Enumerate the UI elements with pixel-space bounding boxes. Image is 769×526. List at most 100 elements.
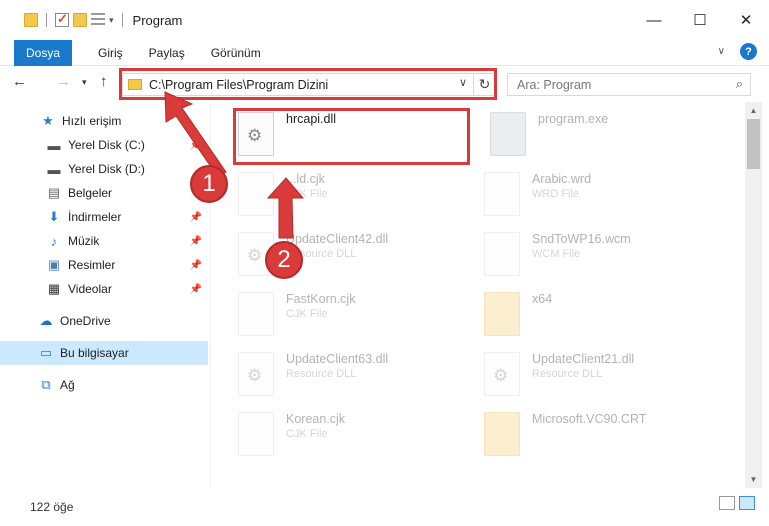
- pane-divider: [210, 102, 211, 488]
- star-icon: ★: [42, 113, 54, 128]
- file-name: UpdateClient63.dll: [286, 352, 389, 366]
- list-item[interactable]: ...ld.cjk CJK File: [238, 172, 328, 216]
- scroll-thumb[interactable]: [747, 119, 760, 169]
- recent-locations-icon[interactable]: ▾: [82, 77, 87, 88]
- sidebar-item-onedrive[interactable]: ☁ OneDrive: [0, 309, 208, 333]
- sidebar-item-label: Belgeler: [68, 186, 113, 200]
- vertical-scrollbar[interactable]: ▲ ▼: [745, 102, 762, 488]
- ribbon-tabs: Dosya Giriş Paylaş Görünüm ∨ ?: [0, 39, 769, 66]
- sidebar-item-this-pc[interactable]: ▭ Bu bilgisayar: [0, 341, 208, 365]
- toolbar-divider: [121, 13, 123, 27]
- list-item[interactable]: FastKorn.cjk CJK File: [238, 292, 355, 336]
- folder-icon: [24, 13, 38, 27]
- file-name: Arabic.wrd: [532, 172, 592, 186]
- pictures-icon: ▣: [47, 257, 61, 272]
- title-bar: ▾ Program — ☐ ✕: [0, 0, 769, 40]
- properties-check-icon[interactable]: [55, 11, 69, 27]
- file-item-program-exe[interactable]: program.exe: [490, 112, 608, 156]
- search-placeholder: Ara: Program: [517, 77, 592, 92]
- sidebar-item-drive-c[interactable]: ▬ Yerel Disk (C:) 📌: [0, 133, 208, 157]
- scroll-down-icon[interactable]: ▼: [745, 471, 762, 488]
- list-item[interactable]: UpdateClient21.dll Resource DLL: [484, 352, 634, 396]
- file-name: program.exe: [538, 112, 609, 126]
- file-name: UpdateClient42.dll: [286, 232, 389, 246]
- toolbar-divider: [46, 13, 47, 27]
- pin-icon[interactable]: 📌: [190, 236, 202, 247]
- tab-home[interactable]: Giriş: [98, 46, 123, 60]
- maximize-button[interactable]: ☐: [677, 0, 723, 40]
- search-input[interactable]: Ara: Program ⌕: [507, 73, 751, 96]
- file-highlight-box: [233, 108, 470, 165]
- view-options-icon[interactable]: [91, 13, 105, 27]
- list-item[interactable]: Arabic.wrd WRD File: [484, 172, 591, 216]
- sidebar-item-music[interactable]: ♪ Müzik 📌: [0, 229, 208, 253]
- file-icon: [484, 232, 520, 276]
- exe-file-icon: [490, 112, 526, 156]
- network-icon: ⧉: [41, 377, 51, 392]
- file-type: CJK File: [286, 428, 328, 440]
- file-type: Resource DLL: [286, 368, 357, 380]
- new-folder-icon[interactable]: [73, 13, 87, 27]
- dll-file-icon: [484, 352, 520, 396]
- tab-file[interactable]: Dosya: [14, 39, 72, 66]
- up-arrow-icon[interactable]: ↑: [100, 73, 108, 90]
- back-arrow-icon[interactable]: ←: [12, 73, 27, 90]
- help-button[interactable]: ?: [740, 43, 757, 60]
- sidebar-item-label: Hızlı erişim: [62, 114, 122, 128]
- pin-icon[interactable]: 📌: [190, 260, 202, 271]
- sidebar-item-quick-access[interactable]: ★ Hızlı erişim: [0, 109, 208, 133]
- file-name: FastKorn.cjk: [286, 292, 356, 306]
- forward-arrow-icon[interactable]: →: [56, 73, 71, 90]
- sidebar-item-downloads[interactable]: ⬇ İndirmeler 📌: [0, 205, 208, 229]
- computer-icon: ▭: [39, 345, 53, 360]
- file-icon: [238, 172, 274, 216]
- view-toggle: [719, 496, 755, 510]
- list-item[interactable]: UpdateClient42.dllResource DLL: [238, 232, 388, 276]
- tab-view[interactable]: Görünüm: [211, 46, 261, 60]
- navigation-pane: ★ Hızlı erişim ▬ Yerel Disk (C:) 📌 ▬ Yer…: [0, 102, 210, 488]
- folder-icon: [484, 412, 520, 456]
- pin-icon[interactable]: 📌: [190, 140, 202, 151]
- sidebar-item-drive-d[interactable]: ▬ Yerel Disk (D:): [0, 157, 208, 181]
- list-item[interactable]: x64: [484, 292, 552, 336]
- sidebar-item-label: Yerel Disk (D:): [68, 162, 145, 176]
- sidebar-item-pictures[interactable]: ▣ Resimler 📌: [0, 253, 208, 277]
- window-controls: — ☐ ✕: [631, 0, 769, 40]
- pin-icon[interactable]: 📌: [190, 284, 202, 295]
- expand-ribbon-icon[interactable]: ∨: [718, 46, 725, 57]
- tab-share[interactable]: Paylaş: [149, 46, 185, 60]
- sidebar-item-label: Videolar: [68, 282, 112, 296]
- video-icon: ▦: [47, 281, 61, 296]
- sidebar-item-videos[interactable]: ▦ Videolar 📌: [0, 277, 208, 301]
- sidebar-item-label: Bu bilgisayar: [60, 346, 129, 360]
- large-icons-view-icon[interactable]: [739, 496, 755, 510]
- sidebar-item-label: Resimler: [68, 258, 116, 272]
- address-bar-highlight: [119, 68, 497, 100]
- sidebar-item-label: Ağ: [60, 378, 75, 392]
- customize-dropdown-icon[interactable]: ▾: [109, 15, 114, 26]
- minimize-button[interactable]: —: [631, 0, 677, 40]
- scroll-up-icon[interactable]: ▲: [745, 102, 762, 119]
- item-count: 122 öğe: [30, 500, 74, 514]
- pin-icon[interactable]: 📌: [190, 212, 202, 223]
- close-button[interactable]: ✕: [723, 0, 769, 40]
- list-item[interactable]: Microsoft.VC90.CRT: [484, 412, 646, 456]
- sidebar-item-label: İndirmeler: [68, 210, 122, 224]
- quick-access-toolbar: ▾: [24, 10, 127, 30]
- details-view-icon[interactable]: [719, 496, 735, 510]
- sidebar-item-network[interactable]: ⧉ Ağ: [0, 373, 208, 397]
- file-name: UpdateClient21.dll: [532, 352, 635, 366]
- list-item[interactable]: Korean.cjk CJK File: [238, 412, 345, 456]
- search-icon[interactable]: ⌕: [736, 76, 743, 92]
- file-name: Microsoft.VC90.CRT: [532, 412, 647, 426]
- file-type: WRD File: [532, 188, 580, 200]
- file-name: ...ld.cjk: [286, 172, 325, 186]
- drive-icon: ▬: [47, 161, 61, 177]
- status-bar: 122 öğe: [0, 488, 769, 526]
- sidebar-item-documents[interactable]: ▤ Belgeler: [0, 181, 208, 205]
- folder-icon: [484, 292, 520, 336]
- list-item[interactable]: UpdateClient63.dll Resource DLL: [238, 352, 388, 396]
- list-item[interactable]: SndToWP16.wcm WCM File: [484, 232, 631, 276]
- music-icon: ♪: [50, 233, 58, 249]
- file-name: Korean.cjk: [286, 412, 346, 426]
